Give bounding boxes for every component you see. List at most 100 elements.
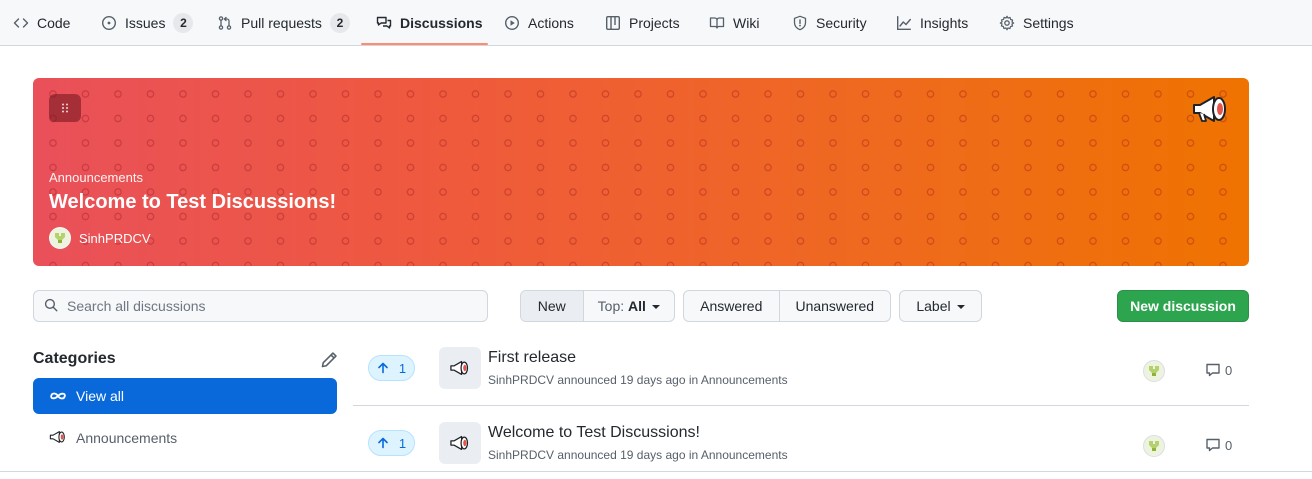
table-icon: [605, 15, 621, 31]
comment-icon: [1206, 363, 1220, 377]
hero-author-name: SinhPRDCV: [79, 230, 151, 246]
search-discussions[interactable]: [33, 290, 488, 322]
categories-heading: Categories: [33, 350, 116, 367]
arrow-up-icon: [378, 362, 388, 374]
tab-pull-requests-label: Pull requests: [241, 15, 322, 31]
tab-discussions[interactable]: Discussions: [376, 0, 482, 46]
search-input[interactable]: [67, 298, 467, 314]
comments-count-link[interactable]: 0: [1205, 362, 1232, 378]
play-icon: [504, 15, 520, 31]
hero-dot-pattern: [33, 78, 1249, 266]
comments-count: 0: [1225, 362, 1233, 378]
category-view-all-label: View all: [76, 388, 124, 404]
graph-icon: [896, 15, 912, 31]
category-announcements[interactable]: Announcements: [33, 420, 337, 456]
issue-opened-icon: [101, 15, 117, 31]
chevron-down-icon: [956, 305, 965, 309]
divider: [0, 471, 1312, 472]
category-link[interactable]: Announcements: [701, 373, 788, 387]
pinned-discussion-hero[interactable]: Announcements Welcome to Test Discussion…: [33, 78, 1249, 266]
tab-insights-label: Insights: [920, 15, 969, 31]
tab-insights[interactable]: Insights: [896, 0, 968, 46]
shield-icon: [792, 15, 808, 31]
issues-count-badge: 2: [173, 13, 194, 33]
avatar: [49, 227, 71, 249]
label-filter-text: Label: [916, 298, 951, 314]
discussion-meta: SinhPRDCV announced 19 days ago in Annou…: [488, 448, 788, 462]
category-view-all[interactable]: View all: [33, 378, 337, 414]
discussion-title-link[interactable]: Welcome to Test Discussions!: [488, 424, 700, 442]
new-discussion-button[interactable]: New discussion: [1117, 290, 1249, 322]
tab-discussions-label: Discussions: [400, 15, 483, 31]
filter-answered-button[interactable]: Answered: [684, 291, 779, 321]
sort-top-value: All: [628, 298, 646, 314]
sort-button-group: New Top: All: [520, 290, 675, 322]
git-pull-request-icon: [217, 15, 233, 31]
sort-top-prefix: Top:: [597, 298, 625, 314]
list-item: 1 First release SinhPRDCV announced 19 d…: [353, 336, 1249, 406]
active-tab-underline: [361, 43, 488, 45]
discussion-title-link[interactable]: First release: [488, 349, 576, 367]
pencil-icon[interactable]: [320, 351, 338, 369]
action-verb: announced: [557, 448, 617, 462]
tab-actions[interactable]: Actions: [504, 0, 574, 46]
answer-filter-group: Answered Unanswered: [683, 290, 891, 322]
relative-time: 19 days ago: [620, 448, 686, 462]
tab-issues[interactable]: Issues 2: [101, 0, 194, 46]
gear-icon: [999, 15, 1015, 31]
tab-actions-label: Actions: [528, 15, 574, 31]
hero-category-label[interactable]: Announcements: [49, 170, 143, 185]
tab-security-label: Security: [816, 15, 867, 31]
tab-pull-requests[interactable]: Pull requests 2: [217, 0, 350, 46]
filter-unanswered-button[interactable]: Unanswered: [778, 291, 890, 321]
sort-new-button[interactable]: New: [521, 291, 583, 321]
hero-discussion-title[interactable]: Welcome to Test Discussions!: [49, 191, 336, 214]
in-word: in: [688, 448, 699, 462]
book-icon: [709, 15, 725, 31]
category-link[interactable]: Announcements: [701, 448, 788, 462]
tab-settings[interactable]: Settings: [999, 0, 1074, 46]
pull-requests-count-badge: 2: [329, 13, 350, 33]
comment-icon: [1206, 438, 1220, 452]
action-verb: announced: [557, 373, 617, 387]
chevron-down-icon: [651, 305, 660, 309]
tab-projects[interactable]: Projects: [605, 0, 680, 46]
upvote-button[interactable]: 1: [368, 355, 415, 381]
sort-top-dropdown[interactable]: Top: All: [582, 291, 674, 321]
avatar[interactable]: [1143, 435, 1165, 457]
repo-nav: Code Issues 2 Pull requests 2 Discussion…: [0, 0, 1312, 46]
tab-wiki[interactable]: Wiki: [709, 0, 759, 46]
avatar[interactable]: [1143, 360, 1165, 382]
author-link[interactable]: SinhPRDCV: [488, 448, 554, 462]
comments-count: 0: [1225, 437, 1233, 453]
hero-author[interactable]: SinhPRDCV: [49, 227, 151, 249]
in-word: in: [688, 373, 699, 387]
label-filter-dropdown[interactable]: Label: [900, 291, 981, 321]
loudspeaker-icon: [49, 430, 67, 447]
loudspeaker-icon: [1193, 96, 1226, 122]
tab-security[interactable]: Security: [792, 0, 867, 46]
tab-wiki-label: Wiki: [733, 15, 760, 31]
discussion-meta: SinhPRDCV announced 19 days ago in Annou…: [488, 373, 788, 387]
author-link[interactable]: SinhPRDCV: [488, 373, 554, 387]
list-item: 1 Welcome to Test Discussions! SinhPRDCV…: [353, 411, 1249, 479]
label-filter-group: Label: [899, 290, 982, 322]
search-icon: [44, 298, 58, 315]
drag-handle-icon[interactable]: [49, 94, 81, 122]
loudspeaker-icon: [450, 435, 469, 451]
upvote-button[interactable]: 1: [368, 430, 415, 456]
tab-settings-label: Settings: [1023, 15, 1074, 31]
loudspeaker-icon: [450, 360, 469, 376]
tab-code[interactable]: Code: [13, 0, 70, 46]
category-emoji: [439, 422, 481, 464]
category-emoji: [439, 347, 481, 389]
tab-projects-label: Projects: [629, 15, 680, 31]
comment-discussion-icon: [376, 15, 392, 31]
relative-time: 19 days ago: [620, 373, 686, 387]
arrow-up-icon: [378, 437, 388, 449]
vote-count: 1: [398, 360, 407, 376]
category-announcements-label: Announcements: [76, 430, 178, 446]
vote-count: 1: [398, 435, 407, 451]
comments-count-link[interactable]: 0: [1205, 437, 1232, 453]
tab-code-label: Code: [37, 15, 71, 31]
